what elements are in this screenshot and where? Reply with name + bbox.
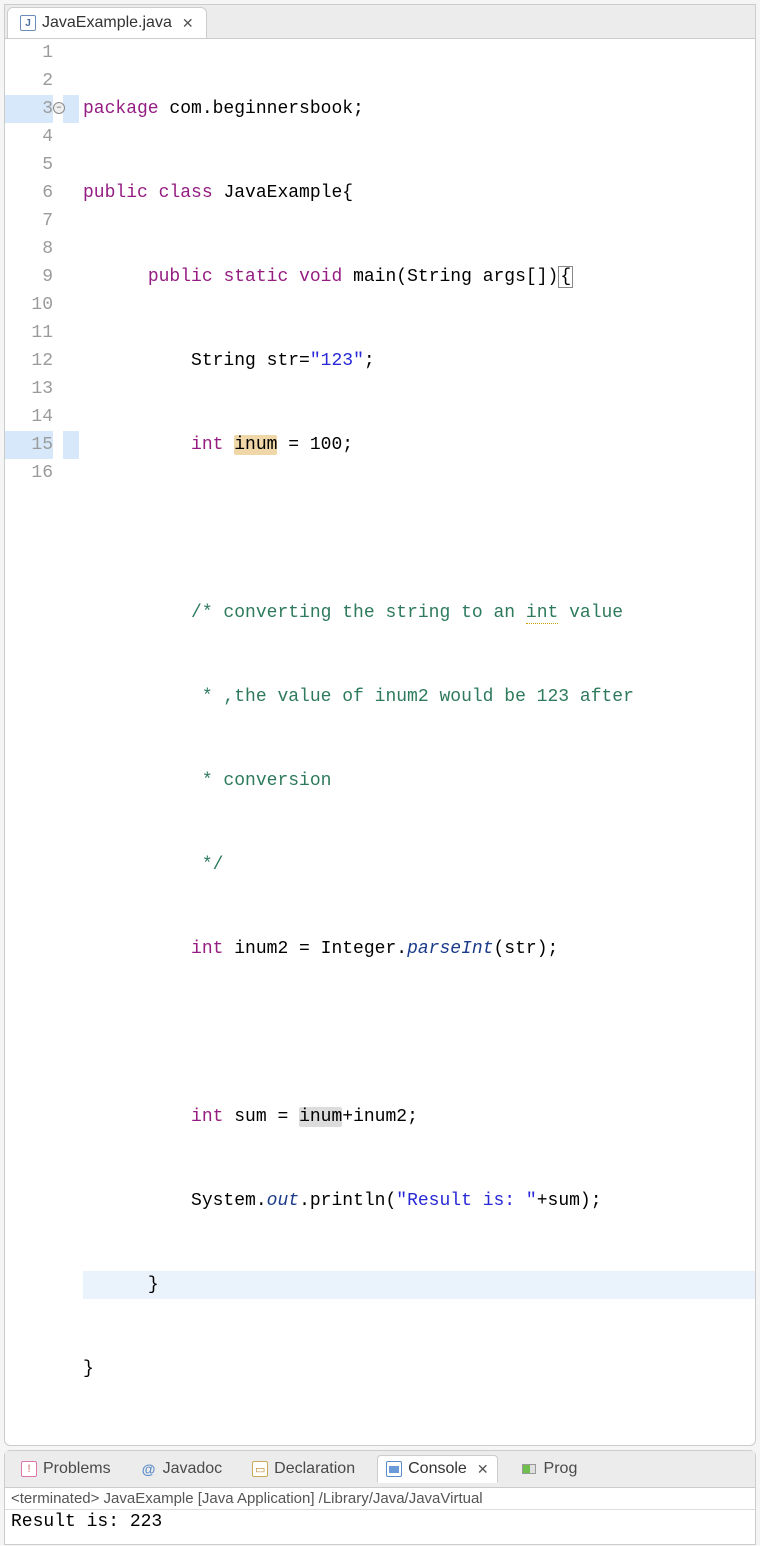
tab-filename: JavaExample.java — [42, 14, 172, 32]
occurrence-highlight: inum — [299, 1107, 342, 1127]
line-number: 11 — [5, 319, 53, 347]
bottom-views-pane: ! Problems @ Javadoc ▭ Declaration Conso… — [4, 1450, 756, 1545]
line-number: 3− — [5, 95, 53, 123]
problems-icon: ! — [21, 1461, 37, 1477]
margin-strip — [63, 39, 79, 1439]
close-icon[interactable]: ✕ — [477, 1461, 489, 1478]
tab-progress[interactable]: Prog — [512, 1456, 586, 1482]
line-number: 12 — [5, 347, 53, 375]
code-content[interactable]: package com.beginnersbook; public class … — [79, 39, 755, 1439]
line-number: 15 — [5, 431, 53, 459]
line-number: 8 — [5, 235, 53, 263]
code-editor[interactable]: 1 2 3− 4 5 6 7 8 9 10 11 12 13 14 15 16 — [5, 39, 755, 1439]
matching-brace: { — [558, 266, 573, 288]
close-icon[interactable]: ✕ — [182, 15, 194, 32]
line-number: 9 — [5, 263, 53, 291]
console-icon — [386, 1461, 402, 1477]
console-launch-header: <terminated> JavaExample [Java Applicati… — [5, 1488, 755, 1510]
declaration-icon: ▭ — [252, 1461, 268, 1477]
line-gutter: 1 2 3− 4 5 6 7 8 9 10 11 12 13 14 15 16 — [5, 39, 63, 1439]
console-output[interactable]: Result is: 223 — [5, 1510, 755, 1544]
line-number: 5 — [5, 151, 53, 179]
tab-javadoc[interactable]: @ Javadoc — [133, 1456, 231, 1482]
editor-tab[interactable]: J JavaExample.java ✕ — [7, 7, 207, 38]
line-number: 14 — [5, 403, 53, 431]
javadoc-icon: @ — [141, 1461, 157, 1477]
line-number: 13 — [5, 375, 53, 403]
editor-tab-bar: J JavaExample.java ✕ — [5, 5, 755, 39]
line-number: 1 — [5, 39, 53, 67]
bottom-tab-bar: ! Problems @ Javadoc ▭ Declaration Conso… — [5, 1451, 755, 1488]
editor-pane: J JavaExample.java ✕ 1 2 3− 4 5 6 7 8 9 … — [4, 4, 756, 1446]
line-number: 4 — [5, 123, 53, 151]
line-number: 10 — [5, 291, 53, 319]
line-number: 6 — [5, 179, 53, 207]
tab-problems[interactable]: ! Problems — [13, 1456, 119, 1482]
occurrence-highlight: inum — [234, 435, 277, 455]
fold-collapse-icon[interactable]: − — [53, 102, 65, 114]
line-number: 16 — [5, 459, 53, 487]
tab-console[interactable]: Console ✕ — [377, 1455, 497, 1483]
java-file-icon: J — [20, 15, 36, 31]
progress-icon — [520, 1461, 538, 1477]
tab-declaration[interactable]: ▭ Declaration — [244, 1456, 363, 1482]
line-number: 7 — [5, 207, 53, 235]
line-number: 2 — [5, 67, 53, 95]
